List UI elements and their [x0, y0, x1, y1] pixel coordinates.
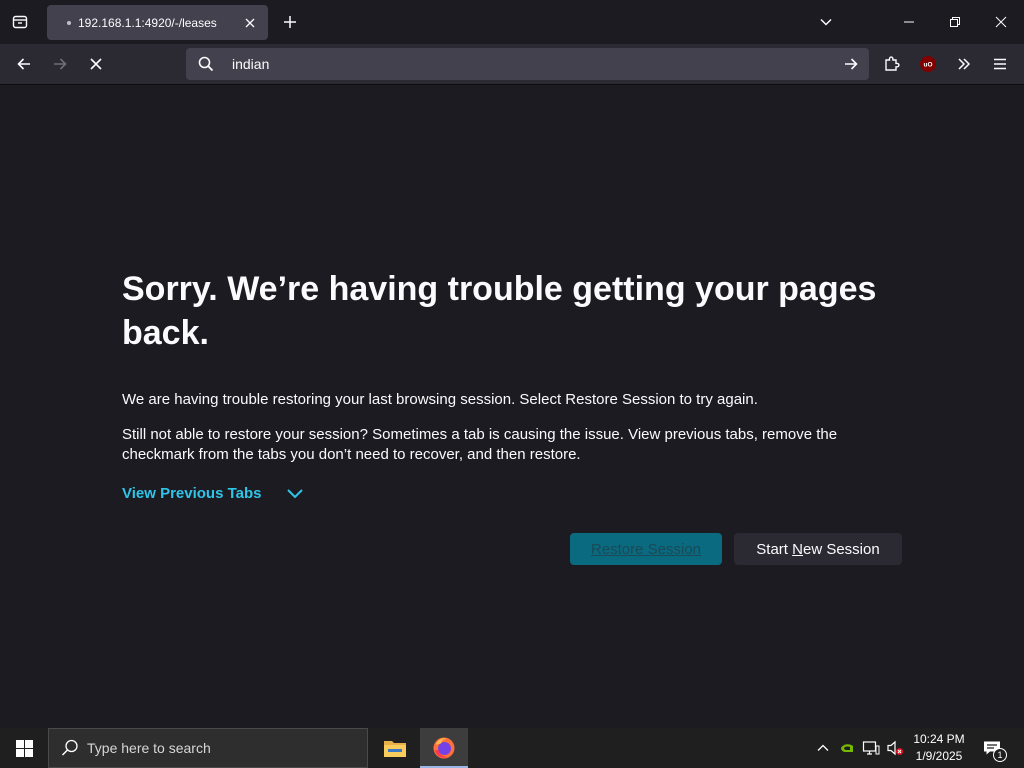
session-restore-page: Sorry. We’re having trouble getting your… [0, 85, 1024, 728]
stop-icon [90, 58, 102, 70]
volume-muted-icon [887, 740, 903, 756]
clock-time: 10:24 PM [913, 732, 965, 746]
show-hidden-icons-button[interactable] [812, 728, 834, 768]
tab-title: 192.168.1.1:4920/-/leases [78, 15, 217, 30]
search-icon [61, 739, 78, 756]
windows-taskbar: Type here to search 10:24 PM 1/9/2025 1 [0, 728, 1024, 768]
start-new-session-label-end: ew Session [802, 540, 880, 558]
network-icon [862, 741, 880, 755]
firefox-view-icon [12, 15, 28, 29]
firefox-taskbar-button[interactable] [420, 728, 468, 768]
restore-window-button[interactable] [932, 4, 978, 40]
firefox-icon [433, 737, 455, 759]
url-bar[interactable] [186, 48, 869, 80]
page-title: Sorry. We’re having trouble getting your… [122, 270, 877, 352]
close-window-icon [995, 16, 1007, 28]
navigation-toolbar: uO [0, 44, 1024, 85]
taskbar-search-box[interactable]: Type here to search [48, 728, 368, 768]
file-explorer-taskbar-button[interactable] [371, 728, 419, 768]
view-previous-tabs-label: View Previous Tabs [122, 485, 262, 502]
start-new-session-label-start: Start [756, 540, 793, 558]
clock-date: 1/9/2025 [915, 749, 963, 763]
folder-icon [384, 741, 406, 757]
search-icon [198, 56, 214, 72]
minimize-button[interactable] [886, 4, 932, 40]
restore-help-text: Still not able to restore your session? … [122, 426, 838, 463]
ublock-origin-icon: uO [920, 56, 936, 72]
start-new-session-button[interactable]: Start New Session [734, 533, 902, 565]
chevron-up-icon [817, 744, 829, 751]
network-tray-button[interactable] [860, 728, 882, 768]
taskbar-clock[interactable]: 10:24 PM 1/9/2025 [906, 731, 972, 765]
start-new-session-accesskey: N [792, 540, 803, 558]
chevron-down-icon [286, 488, 303, 498]
stop-button[interactable] [80, 48, 112, 80]
close-window-button[interactable] [978, 4, 1024, 40]
puzzle-piece-icon [885, 56, 900, 71]
notification-count-badge: 1 [993, 748, 1007, 762]
taskbar-search-placeholder: Type here to search [87, 740, 211, 756]
list-all-tabs-button[interactable] [810, 4, 842, 40]
plus-icon [284, 16, 296, 28]
volume-tray-button[interactable] [884, 728, 906, 768]
tab-close-button[interactable] [238, 11, 262, 35]
app-menu-button[interactable] [984, 48, 1016, 80]
restore-window-icon [950, 17, 960, 27]
tab-active[interactable]: 192.168.1.1:4920/-/leases [47, 5, 268, 40]
back-button[interactable] [8, 48, 40, 80]
nvidia-icon [841, 744, 853, 752]
go-button[interactable] [839, 52, 863, 76]
svg-text:uO: uO [923, 62, 932, 69]
close-icon [245, 18, 255, 27]
extensions-button[interactable] [876, 48, 908, 80]
arrow-right-icon [54, 58, 67, 70]
more-tools-button[interactable] [948, 48, 980, 80]
ublock-origin-button[interactable]: uO [912, 48, 944, 80]
url-input[interactable] [232, 53, 822, 75]
hamburger-menu-icon [994, 58, 1006, 70]
minimize-icon [904, 21, 914, 23]
arrow-right-icon [845, 58, 858, 70]
nvidia-tray-button[interactable] [836, 728, 858, 768]
tab-strip: 192.168.1.1:4920/-/leases [0, 0, 1024, 44]
chevron-down-icon [820, 18, 832, 26]
new-tab-button[interactable] [274, 4, 306, 40]
windows-logo-icon [15, 739, 33, 757]
tab-loading-indicator [67, 20, 71, 25]
start-button[interactable] [0, 728, 48, 768]
forward-button[interactable] [44, 48, 76, 80]
restore-session-button[interactable]: Restore Session [570, 533, 722, 565]
view-previous-tabs-toggle[interactable]: View Previous Tabs [122, 485, 304, 502]
firefox-view-button[interactable] [4, 4, 36, 40]
double-chevron-right-icon [958, 58, 971, 70]
restore-description: We are having trouble restoring your las… [122, 391, 758, 408]
arrow-left-icon [17, 58, 30, 70]
